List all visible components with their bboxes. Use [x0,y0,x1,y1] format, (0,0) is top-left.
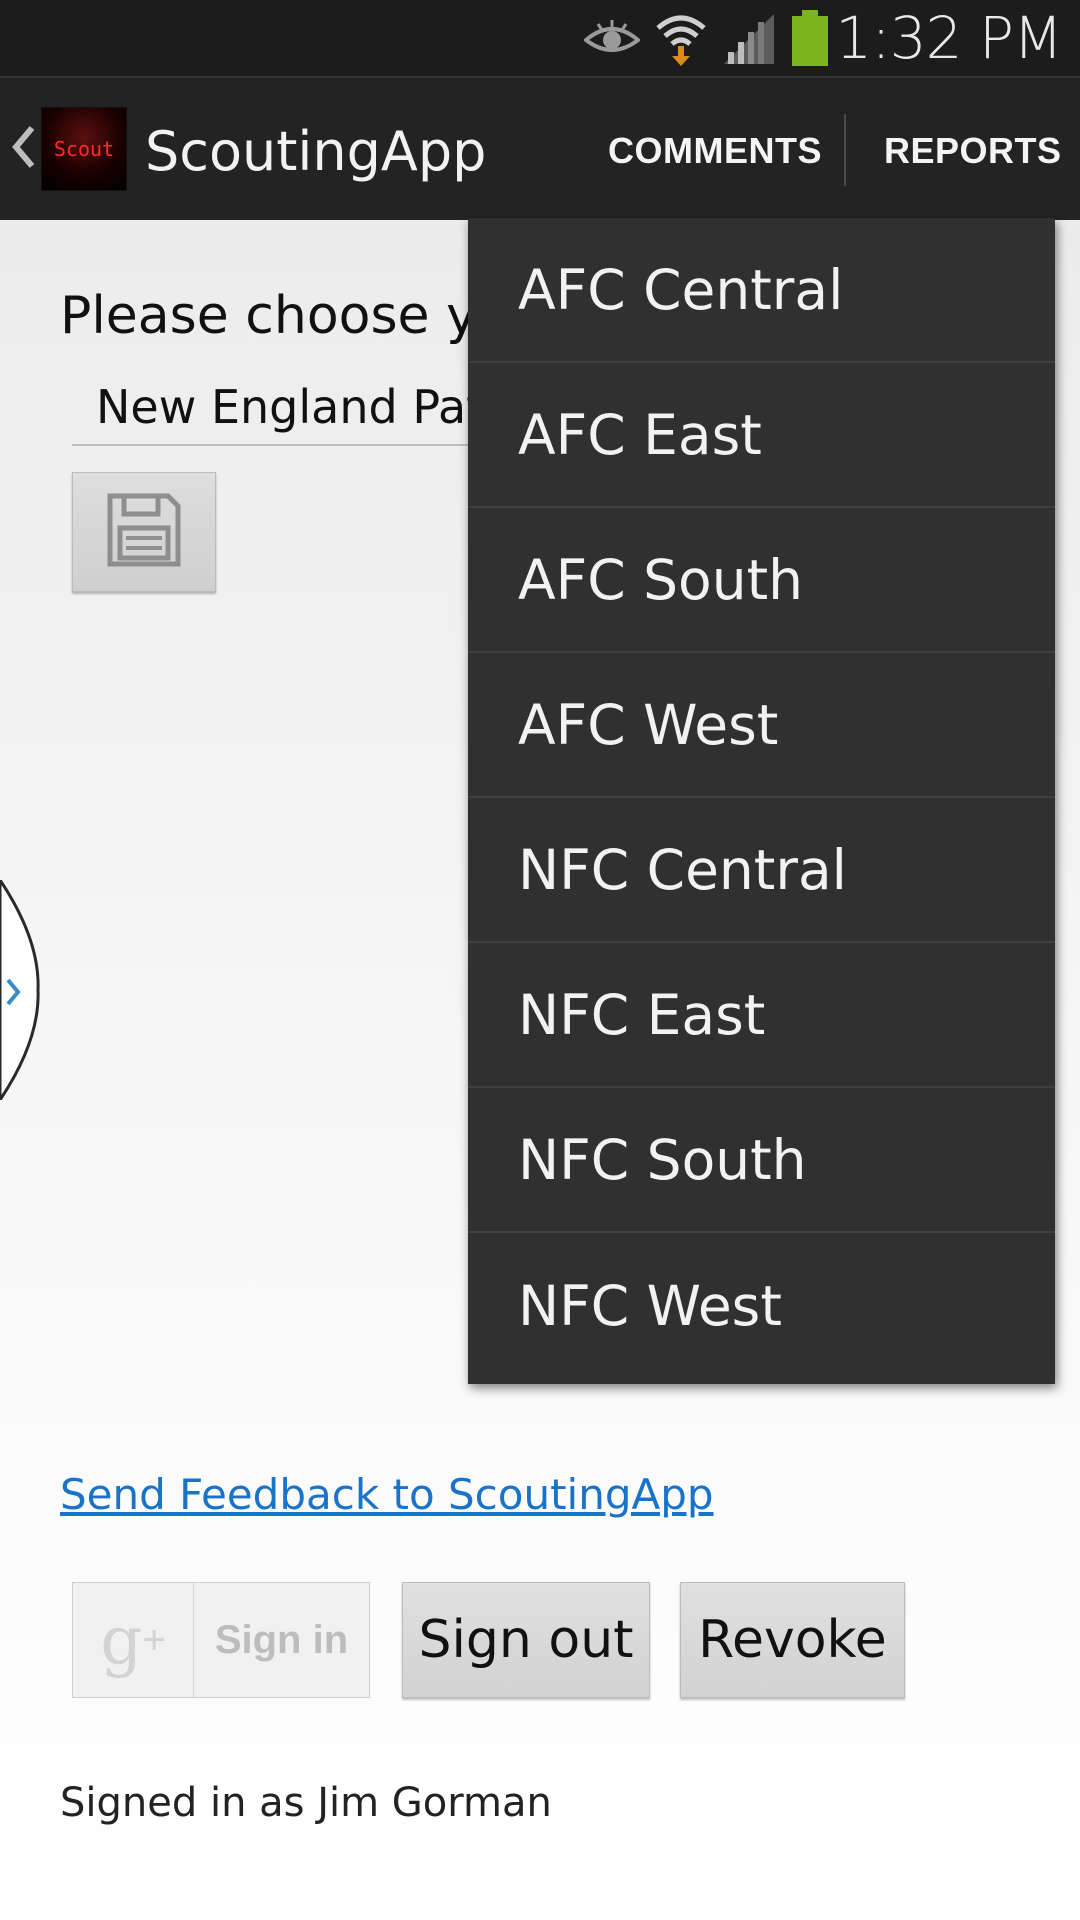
eye-icon [582,18,642,63]
dropdown-item-afc-central[interactable]: AFC Central [468,218,1055,363]
dropdown-item-nfc-east[interactable]: NFC East [468,943,1055,1088]
dropdown-item-afc-east[interactable]: AFC East [468,363,1055,508]
save-icon [106,492,182,573]
reports-action[interactable]: REPORTS [884,130,1062,172]
google-sign-in-button[interactable]: g + Sign in [72,1582,370,1698]
status-bar: 1:32 PM [0,0,1080,76]
google-plus-icon: g + [73,1583,194,1697]
dropdown-item-nfc-central[interactable]: NFC Central [468,798,1055,943]
dropdown-item-nfc-south[interactable]: NFC South [468,1088,1055,1233]
dropdown-item-nfc-west[interactable]: NFC West [468,1233,1055,1378]
action-bar: Scout ScoutingApp COMMENTS REPORTS [0,76,1080,220]
revoke-button[interactable]: Revoke [680,1582,905,1698]
sign-in-label: Sign in [214,1617,349,1662]
team-spinner[interactable]: New England Patr [96,380,503,434]
feedback-link[interactable]: Send Feedback to ScoutingApp [60,1470,714,1519]
app-logo-text: Scout [53,137,115,161]
signed-in-status: Signed in as Jim Gorman [60,1780,552,1826]
prompt-label: Please choose yo [60,286,509,346]
app-title: ScoutingApp [145,120,487,183]
dropdown-item-afc-west[interactable]: AFC West [468,653,1055,798]
signal-icon [722,12,776,69]
spinner-underline [72,444,492,446]
sign-out-button[interactable]: Sign out [402,1582,650,1698]
back-chevron-icon[interactable] [10,124,36,175]
comments-action[interactable]: COMMENTS [608,130,822,172]
action-divider [844,114,846,186]
wifi-download-icon [654,10,708,71]
save-button[interactable] [72,472,216,592]
division-dropdown: AFC Central AFC East AFC South AFC West … [468,218,1055,1384]
battery-icon [790,10,830,71]
drawer-handle[interactable] [0,877,42,1105]
dropdown-item-afc-south[interactable]: AFC South [468,508,1055,653]
app-logo[interactable]: Scout [42,108,126,190]
status-time: 1:32 PM [835,4,1063,72]
status-icons [582,10,830,71]
